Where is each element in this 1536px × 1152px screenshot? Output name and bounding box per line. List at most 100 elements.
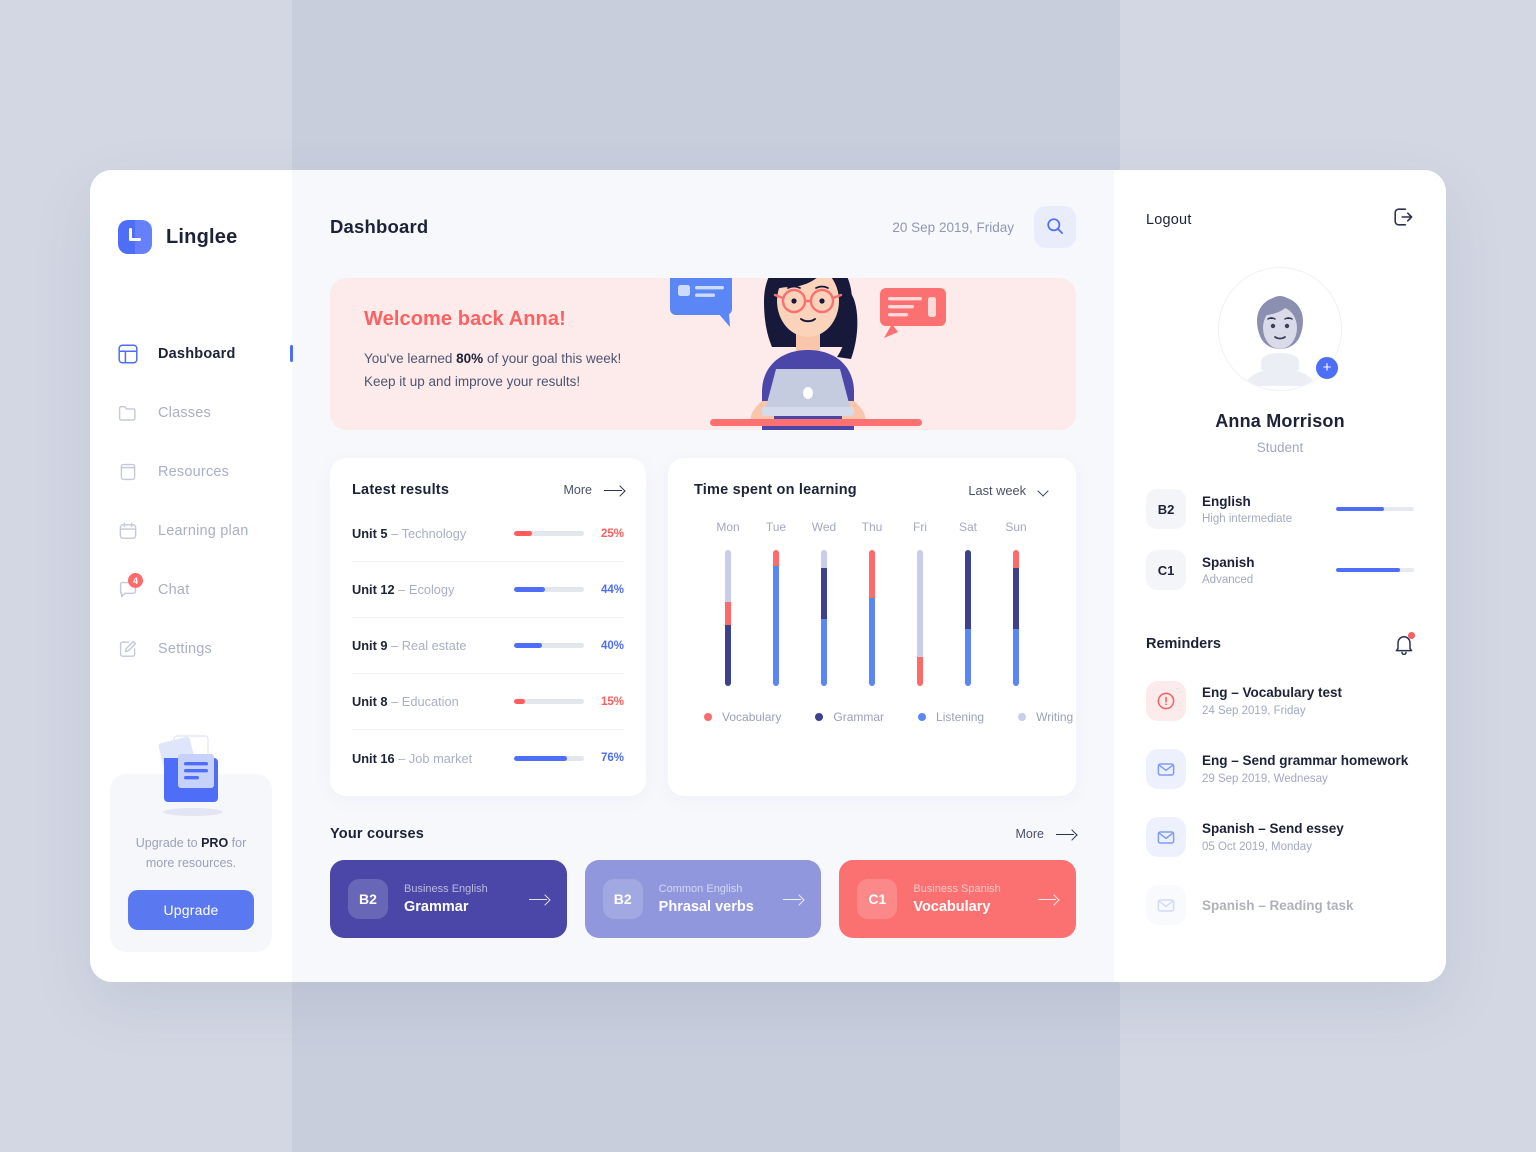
sidebar-item-chat[interactable]: 4 Chat (90, 560, 292, 619)
result-progress-fill (514, 755, 568, 761)
chart-tick-label: Fri (913, 520, 927, 534)
chart-bar (1013, 550, 1019, 686)
table-row: Unit 16 – Job market 76% (352, 730, 624, 786)
chart-bar-segment (821, 567, 827, 620)
alert-circle-icon (1146, 681, 1186, 721)
reminder-title: Eng – Vocabulary test (1202, 685, 1343, 700)
right-panel: Logout + Anna Morrison Student B2 Englis… (1114, 170, 1446, 982)
chart-bar-segment (917, 550, 923, 658)
sidebar-item-settings[interactable]: Settings (90, 619, 292, 678)
chart-bar (917, 550, 923, 686)
result-percent: 44% (600, 583, 624, 596)
reminder-date: 05 Oct 2019, Monday (1202, 841, 1312, 853)
chart-bar-segment (725, 624, 731, 686)
result-dash: – (394, 582, 409, 597)
result-progress-fill (514, 531, 532, 536)
latest-results-more-link[interactable]: More (564, 483, 624, 497)
sidebar-nav: Dashboard Classes Resources Learning pla… (90, 324, 293, 678)
sidebar-item-classes[interactable]: Classes (90, 383, 292, 442)
result-topic: Technology (401, 526, 467, 541)
search-icon (1046, 217, 1064, 238)
latest-results-card: Latest results More Unit 5 – Technology … (330, 458, 646, 796)
course-card[interactable]: B2 Common English Phrasal verbs (584, 860, 822, 938)
course-subtitle: Common English (658, 883, 743, 895)
sidebar-item-dashboard[interactable]: Dashboard (90, 324, 293, 383)
legend-label: Grammar (833, 710, 885, 724)
latest-results-title: Latest results (352, 482, 450, 498)
course-level-badge: B2 (348, 879, 388, 919)
legend-swatch (1018, 713, 1027, 721)
result-topic: Education (401, 694, 459, 709)
latest-results-header: Latest results More (352, 482, 624, 498)
sidebar-item-learning-plan[interactable]: Learning plan (90, 501, 292, 560)
list-item[interactable]: Spanish – Reading task (1146, 871, 1414, 939)
bell-icon[interactable] (1394, 632, 1415, 656)
course-card[interactable]: B2 Business English Grammar (330, 860, 567, 938)
header-actions: 20 Sep 2019, Friday (892, 206, 1076, 248)
chart-tick-label: Sun (1005, 520, 1027, 534)
list-item[interactable]: Eng – Vocabulary test 24 Sep 2019, Frida… (1146, 667, 1414, 735)
add-photo-button[interactable]: + (1314, 355, 1340, 381)
chart-bar (773, 550, 779, 686)
result-topic: Real estate (401, 638, 467, 653)
time-spent-chart-card: Time spent on learning Last week Mon Tue… (668, 458, 1076, 796)
chart-bar-segment (869, 597, 875, 686)
chart-tick-label: Sat (958, 520, 977, 534)
sidebar-item-resources[interactable]: Resources (90, 442, 292, 501)
promo-text-before: Upgrade to (135, 836, 202, 851)
language-badge: C1 (1146, 550, 1186, 590)
course-level-badge: C1 (857, 879, 898, 919)
chart-bar (725, 550, 731, 686)
student-laptop-illustration (670, 278, 946, 430)
sidebar-item-label: Dashboard (158, 345, 236, 362)
chart-bar-column (800, 550, 848, 686)
legend-item: Grammar (815, 710, 884, 724)
logout-arrow-icon[interactable] (1392, 206, 1414, 233)
chart-range-value: Last week (968, 482, 1026, 498)
mail-icon (1146, 817, 1186, 857)
result-unit: Unit 5 (352, 526, 388, 541)
language-badge: B2 (1146, 489, 1186, 529)
chart-bar-segment (821, 619, 827, 686)
cards-row: Latest results More Unit 5 – Technology … (330, 458, 1076, 796)
list-item: B2 English High intermediate (1146, 489, 1414, 529)
chart-tick-label: Mon (716, 520, 740, 534)
legend-label: Writing (1036, 710, 1074, 724)
search-button[interactable] (1034, 206, 1076, 248)
result-progress-fill (514, 699, 525, 704)
chart-bar (869, 550, 875, 686)
promo-text: Upgrade to PRO for more resources. (128, 834, 254, 873)
upgrade-promo: Upgrade to PRO for more resources. Upgra… (90, 735, 292, 982)
result-label: Unit 8 – Education (352, 694, 514, 709)
course-card[interactable]: C1 Business Spanish Vocabulary (839, 860, 1077, 938)
linglee-logo-icon (118, 220, 152, 254)
legend-item: Writing (1018, 710, 1073, 724)
result-unit: Unit 16 (352, 750, 395, 766)
documents-folder-illustration (158, 735, 223, 817)
legend-label: Listening (936, 710, 985, 724)
logout-row[interactable]: Logout (1146, 206, 1414, 233)
language-progress-bar (1336, 568, 1414, 572)
list-item[interactable]: Eng – Send grammar homework 29 Sep 2019,… (1146, 735, 1414, 803)
sidebar-item-label: Chat (158, 581, 190, 598)
legend-swatch (815, 713, 824, 721)
result-percent: 25% (600, 527, 624, 540)
sidebar-item-label: Resources (158, 463, 230, 480)
result-dash: – (394, 750, 409, 766)
list-item[interactable]: Spanish – Send essey 05 Oct 2019, Monday (1146, 803, 1414, 871)
chart-bar-column (704, 550, 752, 686)
speech-bubble-blue (670, 278, 732, 327)
courses-more-link[interactable]: More (1016, 827, 1076, 841)
chart-title: Time spent on learning (694, 482, 857, 498)
sidebar-item-label: Learning plan (158, 522, 249, 539)
chart-bar-column (992, 550, 1040, 686)
chart-range-select[interactable]: Last week (968, 483, 1050, 498)
main-content: Dashboard 20 Sep 2019, Friday Welcome ba… (292, 170, 1114, 982)
upgrade-button[interactable]: Upgrade (128, 890, 254, 930)
course-level-badge: B2 (602, 879, 643, 919)
page-title: Dashboard (330, 216, 429, 237)
result-progress-bar (514, 643, 584, 648)
folder-icon (118, 403, 138, 423)
promo-text-pro: PRO (201, 836, 229, 851)
banner-line1-before: You've learned (364, 351, 457, 366)
